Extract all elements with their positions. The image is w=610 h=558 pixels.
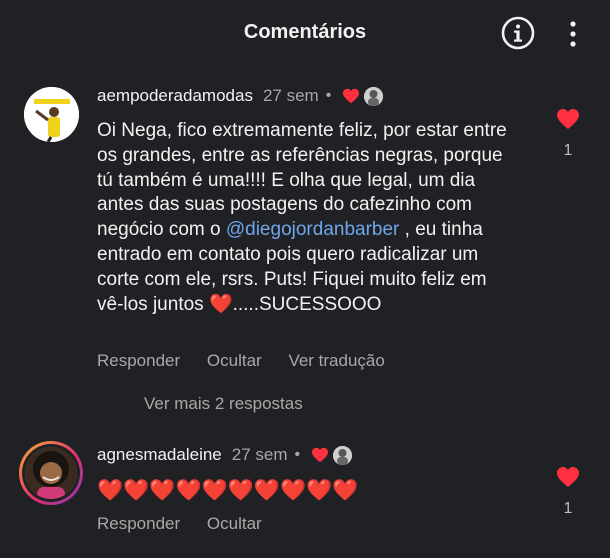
avatar-story-ring[interactable] (19, 441, 83, 505)
comment-text: ❤️❤️❤️❤️❤️❤️❤️❤️❤️❤️ (97, 479, 359, 502)
comment-text: Oi Nega, fico extremamente feliz, por es… (97, 119, 517, 317)
comment-meta: agnesmadaleine 27 sem • (97, 445, 353, 465)
avatar (25, 447, 77, 499)
info-icon[interactable] (501, 16, 535, 50)
view-more-replies-label: Ver mais 2 respostas (144, 394, 303, 413)
mention-link[interactable]: @diegojordanbarber (226, 219, 400, 240)
avatar[interactable] (24, 87, 79, 142)
timestamp: 27 sem (231, 445, 288, 464)
more-options-icon[interactable] (563, 18, 583, 50)
view-more-replies-button[interactable]: Ver mais 2 respostas (144, 394, 303, 414)
reply-button[interactable]: Responder (97, 351, 180, 370)
like-count: 1 (563, 500, 573, 517)
author-avatar-icon (364, 86, 384, 106)
header-bar: Comentários (0, 0, 610, 68)
separator-dot: • (325, 87, 332, 104)
author-liked-heart-icon (342, 88, 360, 104)
author-liked-heart-icon (311, 447, 329, 463)
see-translation-button[interactable]: Ver tradução (288, 351, 384, 370)
username[interactable]: aempoderadamodas (97, 86, 253, 106)
comment-meta: aempoderadamodas 27 sem • (97, 86, 384, 106)
username[interactable]: agnesmadaleine (97, 445, 222, 465)
hide-button[interactable]: Ocultar (207, 351, 262, 370)
timestamp: 27 sem (262, 86, 319, 105)
comment-actions: Responder Ocultar (97, 514, 284, 534)
comment-actions: Responder Ocultar Ver tradução (97, 351, 407, 371)
hide-button[interactable]: Ocultar (207, 514, 262, 533)
reply-button[interactable]: Responder (97, 514, 180, 533)
separator-dot: • (294, 446, 301, 463)
like-count: 1 (563, 142, 573, 159)
like-heart-icon[interactable] (556, 108, 580, 130)
author-avatar-icon (333, 445, 353, 465)
like-heart-icon[interactable] (556, 466, 580, 488)
